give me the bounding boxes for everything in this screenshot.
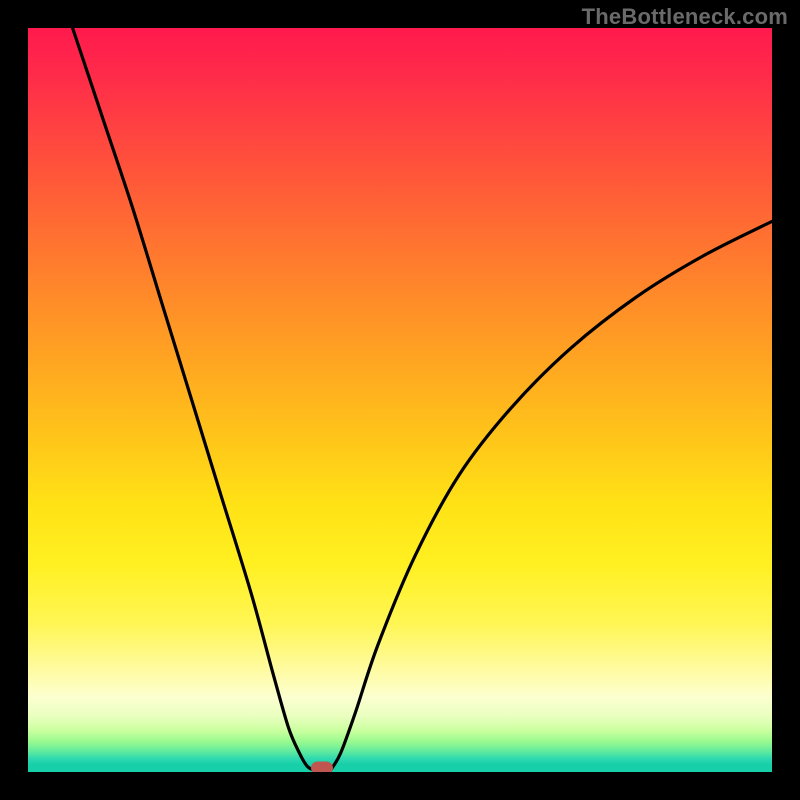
watermark-text: TheBottleneck.com bbox=[582, 4, 788, 30]
chart-frame: TheBottleneck.com bbox=[0, 0, 800, 800]
bottleneck-curve bbox=[28, 28, 772, 772]
optimum-marker bbox=[311, 762, 333, 772]
plot-area bbox=[28, 28, 772, 772]
